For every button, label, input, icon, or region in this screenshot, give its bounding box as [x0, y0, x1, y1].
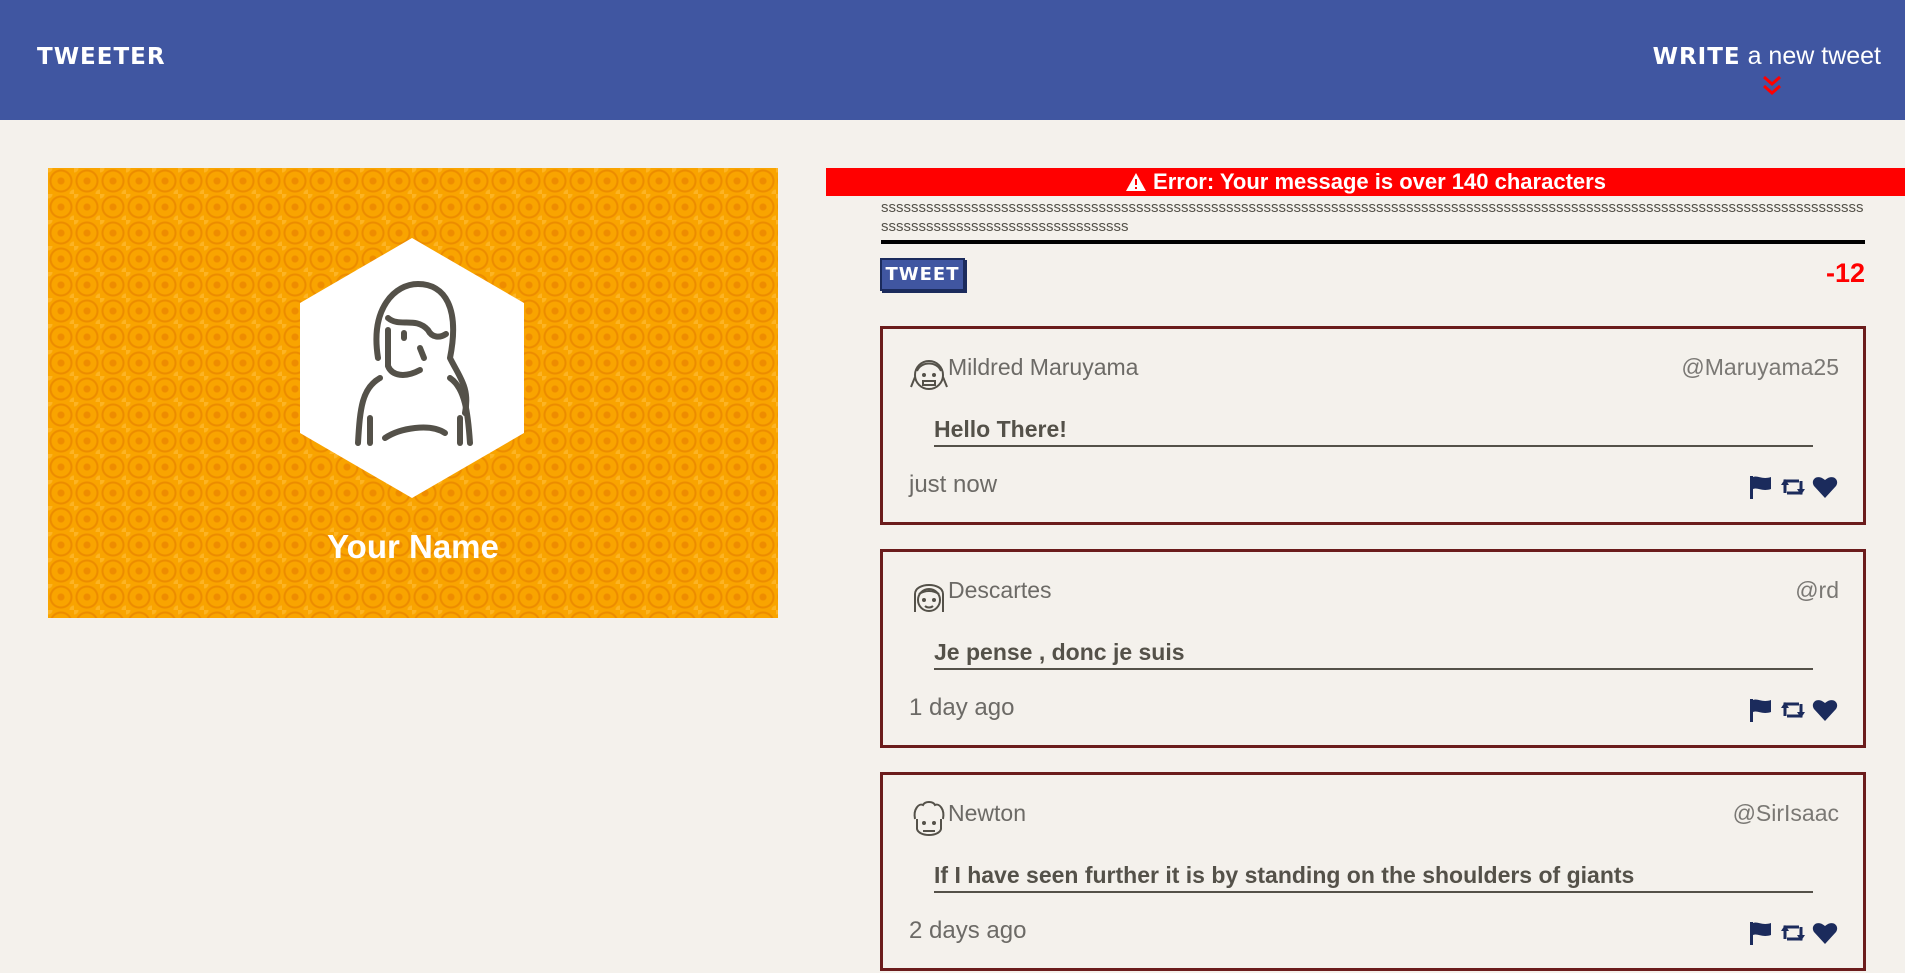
tweet-author-handle: @Maruyama25 [1681, 354, 1839, 380]
top-nav: TWEETER WRITE a new tweet [0, 0, 1905, 120]
error-message: Error: Your message is over 140 characte… [826, 168, 1905, 196]
char-counter: -12 [1825, 258, 1865, 288]
long-hair-avatar-icon [914, 584, 944, 612]
flag-icon[interactable] [1747, 473, 1775, 501]
heart-icon[interactable] [1811, 696, 1839, 724]
app-logo[interactable]: TWEETER [37, 44, 166, 70]
retweet-icon[interactable] [1779, 473, 1807, 501]
tweet-author-name: Descartes [948, 577, 1052, 603]
profile-name: Your Name [327, 528, 499, 565]
tweet-author-name: Newton [948, 800, 1026, 826]
double-chevron-down-icon[interactable] [1762, 75, 1782, 102]
tweet-actions [1747, 696, 1839, 724]
tweet-timestamp: just now [909, 471, 998, 498]
tweet-content: Hello There! [934, 416, 1813, 447]
curly-hair-avatar-icon [913, 801, 945, 836]
profile-card: Your Name [48, 168, 778, 618]
write-label: WRITE [1652, 44, 1741, 70]
warning-icon [1125, 171, 1147, 199]
girl-pigtails-avatar-icon [910, 360, 948, 390]
tweet-author-handle: @SirIsaac [1732, 800, 1839, 826]
tweet-author-name: Mildred Maruyama [948, 354, 1139, 380]
tweet-button[interactable]: TWEET [880, 258, 965, 291]
flag-icon[interactable] [1747, 919, 1775, 947]
heart-icon[interactable] [1811, 473, 1839, 501]
retweet-icon[interactable] [1779, 696, 1807, 724]
write-rest-label: a new tweet [1740, 42, 1881, 70]
tweet-actions [1747, 919, 1839, 947]
tweet-author-handle: @rd [1795, 577, 1839, 603]
write-new-tweet-toggle[interactable]: WRITE a new tweet [1653, 42, 1881, 71]
tweet-content: Je pense , donc je suis [934, 639, 1813, 670]
tweet-card: Mildred Maruyama @Maruyama25 Hello There… [880, 326, 1866, 525]
heart-icon[interactable] [1811, 919, 1839, 947]
tweet-timestamp: 1 day ago [909, 694, 1015, 721]
retweet-icon[interactable] [1779, 919, 1807, 947]
tweet-content: If I have seen further it is by standing… [934, 862, 1813, 893]
tweet-actions [1747, 473, 1839, 501]
tweet-timestamp: 2 days ago [909, 917, 1027, 944]
tweet-textarea[interactable]: ssssssssssssssssssssssssssssssssssssssss… [881, 198, 1865, 244]
error-text: Error: Your message is over 140 characte… [1153, 169, 1606, 194]
tweet-card: Descartes @rd Je pense , donc je suis 1 … [880, 549, 1866, 748]
flag-icon[interactable] [1747, 696, 1775, 724]
tweet-card: Newton @SirIsaac If I have seen further … [880, 772, 1866, 971]
woman-avatar-icon [300, 238, 524, 498]
